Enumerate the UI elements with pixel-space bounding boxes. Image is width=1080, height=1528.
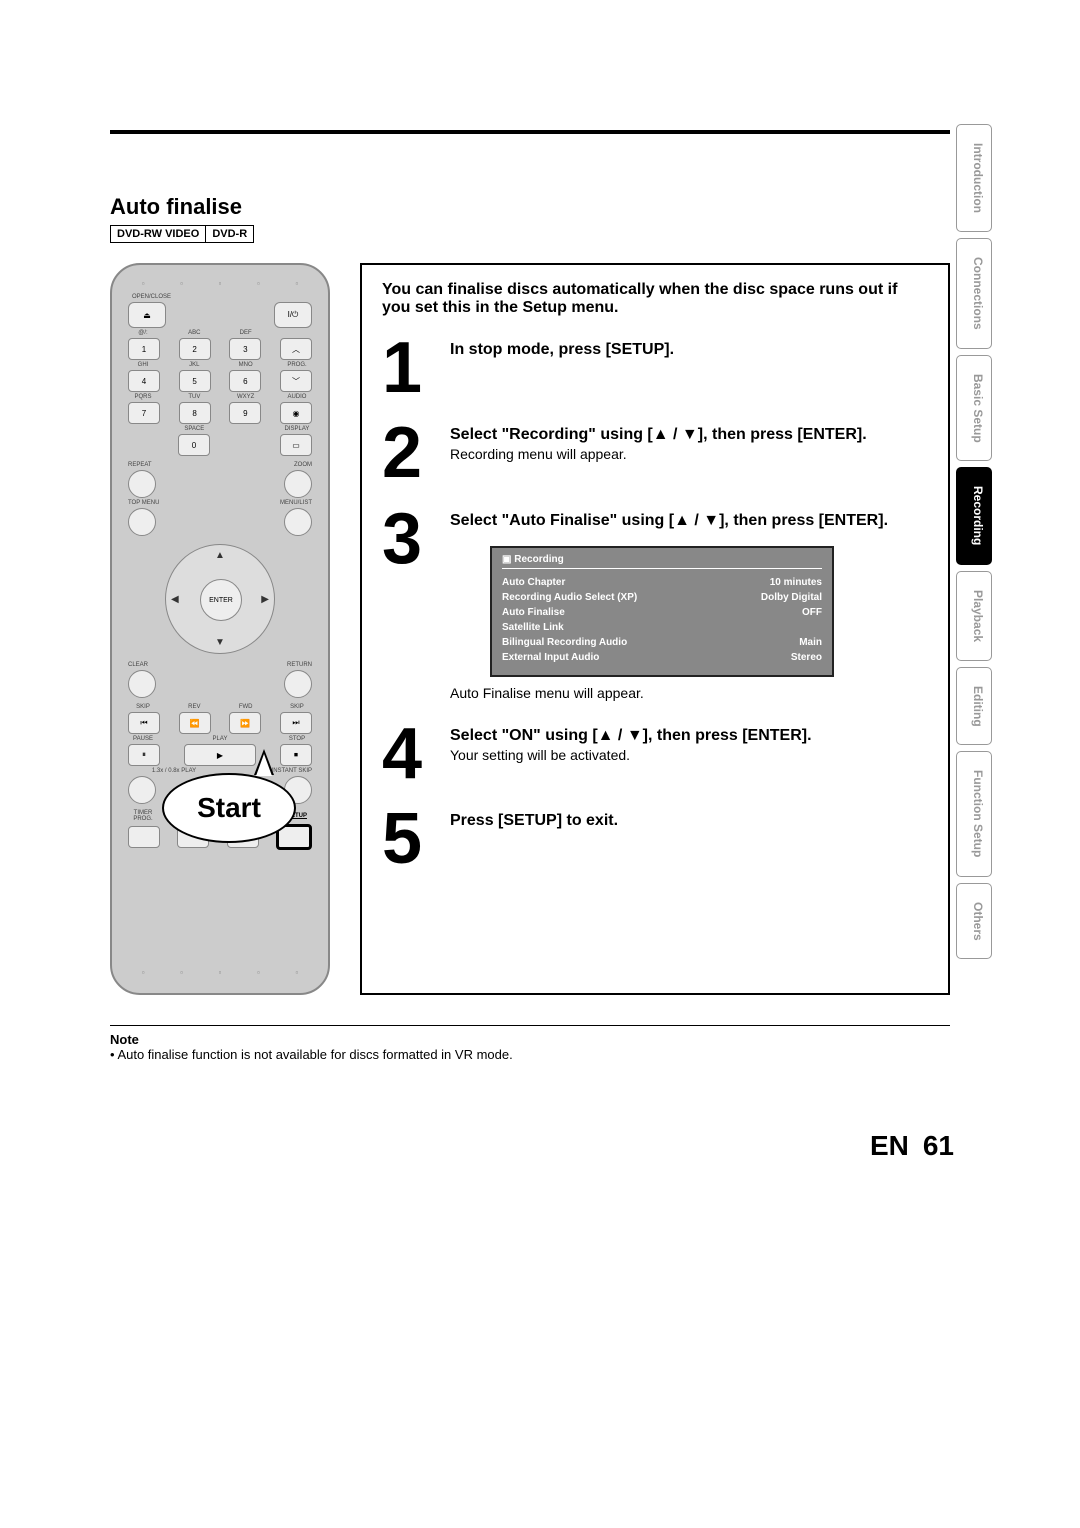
skip-next-button[interactable]: ⏭ — [280, 712, 312, 734]
side-tab-recording[interactable]: Recording — [956, 467, 992, 564]
key-6[interactable]: 6 — [229, 370, 261, 392]
key-0[interactable]: 0 — [178, 434, 210, 456]
disc-tags: DVD-RW VIDEO DVD-R — [110, 225, 254, 243]
left-arrow-icon[interactable]: ◀ — [171, 594, 179, 605]
stop-button[interactable]: ⏹ — [280, 744, 312, 766]
audio-button[interactable]: ◉ — [280, 402, 312, 424]
steps-panel: You can finalise discs automatically whe… — [360, 263, 950, 995]
step-5: 5 Press [SETUP] to exit. — [382, 808, 928, 871]
menu-row: External Input AudioStereo — [502, 650, 822, 665]
menu-row: Satellite Link — [502, 620, 822, 635]
menu-row: Recording Audio Select (XP)Dolby Digital — [502, 590, 822, 605]
key-2[interactable]: 2 — [179, 338, 211, 360]
menu-list-button[interactable] — [284, 508, 312, 536]
dpad[interactable]: ENTER ▲ ▼ ◀ ▶ — [165, 544, 275, 654]
recording-menu: ▣ Recording Auto Chapter10 minutesRecord… — [490, 546, 834, 677]
disc-tag-1: DVD-RW VIDEO — [111, 226, 206, 242]
side-tab-basic-setup[interactable]: Basic Setup — [956, 355, 992, 462]
key-3[interactable]: 3 — [229, 338, 261, 360]
power-button[interactable]: I/⏻ — [274, 302, 312, 328]
fwd-button[interactable]: ⏩ — [229, 712, 261, 734]
side-tab-connections[interactable]: Connections — [956, 238, 992, 349]
repeat-button[interactable] — [128, 470, 156, 498]
note-section: Note • Auto finalise function is not ava… — [110, 1025, 950, 1062]
step-3: 3 Select "Auto Finalise" using [▲ / ▼], … — [382, 508, 928, 701]
remote-control: ▫▫▫▫▫ OPEN/CLOSE ⏏ I/⏻ @/:ABCDEF 1 2 3 ︿… — [110, 263, 330, 995]
side-tab-function-setup[interactable]: Function Setup — [956, 751, 992, 876]
skip-prev-button[interactable]: ⏮ — [128, 712, 160, 734]
side-tab-introduction[interactable]: Introduction — [956, 124, 992, 232]
enter-button[interactable]: ENTER — [200, 579, 242, 621]
key-5[interactable]: 5 — [179, 370, 211, 392]
rev-button[interactable]: ⏪ — [179, 712, 211, 734]
side-tab-others[interactable]: Others — [956, 883, 992, 960]
clear-button[interactable] — [128, 670, 156, 698]
key-4[interactable]: 4 — [128, 370, 160, 392]
disc-tag-2: DVD-R — [206, 226, 253, 242]
section-title: Auto finalise — [110, 194, 950, 220]
display-button[interactable]: ▭ — [280, 434, 312, 456]
timer-prog-button[interactable] — [128, 826, 160, 848]
return-button[interactable] — [284, 670, 312, 698]
key-9[interactable]: 9 — [229, 402, 261, 424]
ch-down-button[interactable]: ﹀ — [280, 370, 312, 392]
key-8[interactable]: 8 — [179, 402, 211, 424]
side-tabs: Introduction Connections Basic Setup Record… — [956, 124, 1040, 965]
down-arrow-icon[interactable]: ▼ — [215, 637, 225, 648]
step-2: 2 Select "Recording" using [▲ / ▼], then… — [382, 422, 928, 485]
play-button[interactable]: ▶ — [184, 744, 256, 766]
label-open-close: OPEN/CLOSE — [132, 294, 316, 300]
note-body: • Auto finalise function is not availabl… — [110, 1047, 950, 1062]
key-7[interactable]: 7 — [128, 402, 160, 424]
ch-up-button[interactable]: ︿ — [280, 338, 312, 360]
top-menu-button[interactable] — [128, 508, 156, 536]
right-arrow-icon[interactable]: ▶ — [261, 594, 269, 605]
page-footer: EN61 — [870, 1130, 954, 1162]
zoom-button[interactable] — [284, 470, 312, 498]
menu-row: Auto FinaliseOFF — [502, 605, 822, 620]
intro-text: You can finalise discs automatically whe… — [382, 281, 928, 317]
slow-play-button[interactable] — [128, 776, 156, 804]
menu-row: Bilingual Recording AudioMain — [502, 635, 822, 650]
up-arrow-icon[interactable]: ▲ — [215, 550, 225, 561]
side-tab-editing[interactable]: Editing — [956, 667, 992, 746]
menu-row: Auto Chapter10 minutes — [502, 575, 822, 590]
step-4: 4 Select "ON" using [▲ / ▼], then press … — [382, 723, 928, 786]
step-1: 1 In stop mode, press [SETUP]. — [382, 337, 928, 400]
side-tab-playback[interactable]: Playback — [956, 571, 992, 661]
eject-button[interactable]: ⏏ — [128, 302, 166, 328]
pause-button[interactable]: ⏸ — [128, 744, 160, 766]
start-callout: Start — [162, 773, 296, 843]
key-1[interactable]: 1 — [128, 338, 160, 360]
